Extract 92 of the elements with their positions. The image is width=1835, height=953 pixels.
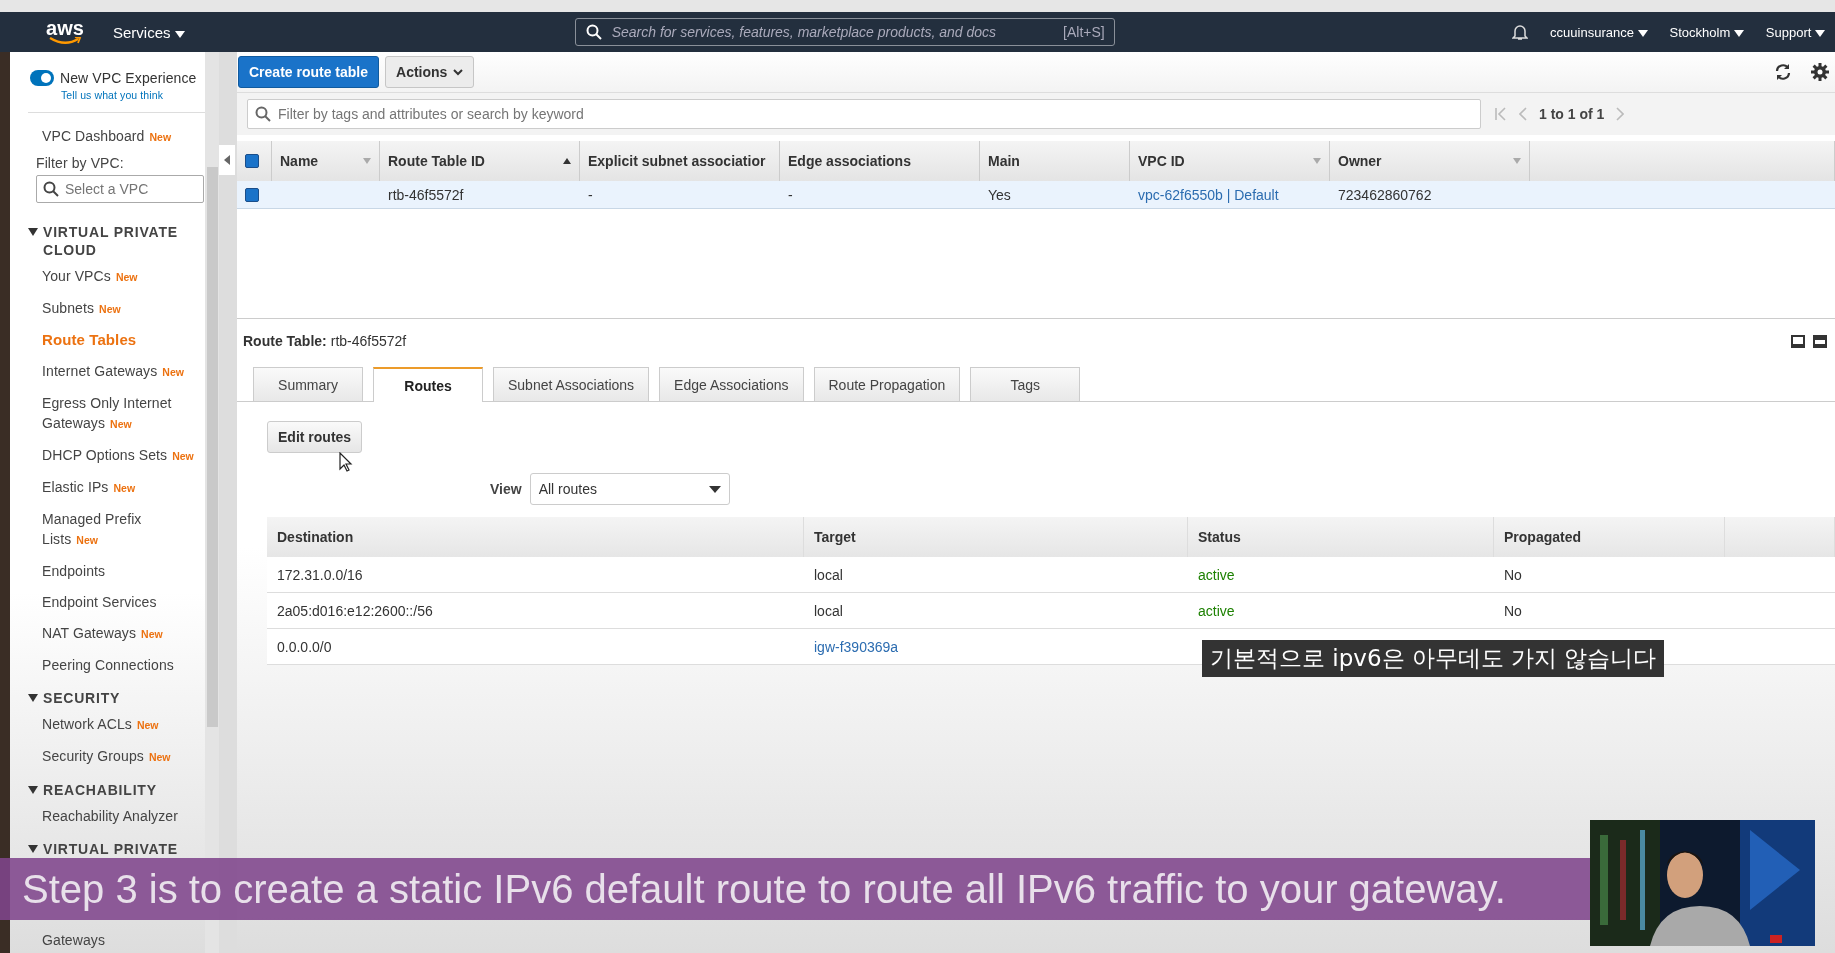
section-heading[interactable]: REACHABILITY (43, 781, 157, 799)
sidebar-item[interactable]: Network ACLs New (10, 709, 205, 741)
collapse-handle[interactable] (219, 144, 236, 176)
sidebar-item[interactable]: Security Groups New (10, 741, 205, 773)
column-header: Target (804, 517, 1188, 557)
feedback-link[interactable]: Tell us what you think (10, 87, 163, 101)
column-header[interactable]: VPC ID (1130, 141, 1330, 181)
vpc-link[interactable]: vpc-62f6550b | Default (1138, 186, 1279, 203)
sort-icon (1313, 158, 1321, 164)
settings-icon (1811, 63, 1829, 81)
actions-button[interactable]: Actions (385, 56, 475, 88)
row-checkbox[interactable] (245, 187, 259, 202)
services-menu[interactable]: Services (113, 23, 185, 41)
table-cell: - (580, 181, 780, 209)
select-all-checkbox[interactable] (245, 154, 259, 168)
next-page-icon (1616, 107, 1625, 121)
tab[interactable]: Edge Associations (659, 367, 804, 401)
nav-menu[interactable]: ccuuinsurance (1550, 24, 1648, 40)
caret-icon (1815, 29, 1825, 37)
nav-menu[interactable]: Support (1765, 24, 1825, 40)
column-header[interactable]: Route Table ID (380, 141, 580, 181)
table-cell: 723462860762 (1330, 181, 1530, 209)
pagination-text: 1 to 1 of 1 (1539, 106, 1605, 122)
view-dropdown[interactable]: All routes (529, 473, 730, 505)
caret-icon (1637, 29, 1648, 37)
sidebar-item[interactable]: Your VPCs New (10, 261, 205, 293)
sort-ascending-icon (563, 158, 571, 164)
filter-label: Filter by VPC: (35, 154, 125, 173)
column-header[interactable]: Owner (1330, 141, 1530, 181)
sort-icon (1513, 158, 1521, 164)
caret-icon (174, 30, 185, 38)
sidebar-item[interactable]: Peering Connections (10, 650, 205, 681)
toggle-switch[interactable] (30, 70, 54, 86)
tab[interactable]: Subnet Associations (493, 367, 650, 401)
create-route-table-button[interactable]: Create route table (238, 56, 380, 88)
column-header: Propagated (1494, 517, 1725, 557)
filter-field[interactable]: Filter by tags and attributes or search by keyword (247, 99, 1481, 129)
sidebar-item[interactable]: Subnets New (10, 293, 205, 325)
sidebar-item[interactable]: Egress Only Internet Gateways New (10, 388, 205, 440)
mouse-cursor-icon (339, 452, 353, 472)
section-heading[interactable]: SECURITY (43, 689, 121, 707)
first-page-icon (1495, 107, 1507, 121)
previous-page-icon (1519, 107, 1527, 121)
search-icon (43, 181, 59, 197)
sidebar-item[interactable]: Managed Prefix Lists New (10, 504, 205, 556)
subtitle-caption: 기본적으로 ipv6은 아무데도 가지 않습니다 (1202, 640, 1665, 677)
sidebar-item[interactable]: DHCP Options Sets New (10, 440, 205, 472)
section-heading[interactable]: VIRTUAL PRIVATE CLOUD (43, 223, 199, 259)
sidebar-item[interactable]: VPC Dashboard New (10, 121, 205, 153)
vpc-filter-field[interactable]: Select a VPC (36, 175, 204, 203)
tab[interactable]: Summary (253, 367, 363, 401)
tab[interactable]: Route Propagation (813, 367, 961, 401)
tab[interactable]: Tags (970, 367, 1081, 401)
smile-icon (48, 37, 82, 45)
column-header: Status (1188, 517, 1494, 557)
edit-routes-button[interactable]: Edit routes (267, 421, 363, 453)
column-header: Destination (267, 517, 804, 557)
subtitle-caption: Step 3 is to create a static IPv6 default route to route all IPv6 traffic to your gateway. (0, 858, 1590, 920)
view-label: View (490, 481, 522, 497)
column-header[interactable]: Explicit subnet associatior (580, 141, 780, 181)
sort-icon (363, 158, 371, 164)
tab[interactable]: Routes (373, 367, 483, 402)
panel-layout-icon (1791, 334, 1805, 348)
shortcut-hint: [Alt+S] (1063, 24, 1105, 40)
caret-icon (708, 485, 721, 493)
sidebar-item[interactable]: Internet Gateways New (10, 356, 205, 388)
sidebar-item[interactable]: Endpoint Services (10, 587, 205, 618)
column-header[interactable]: Name (272, 141, 380, 181)
table-cell: rtb-46f5572f (380, 181, 580, 209)
sidebar-item[interactable]: Endpoints (10, 556, 205, 587)
column-header[interactable]: Edge associations (780, 141, 980, 181)
refresh-icon (1773, 62, 1793, 82)
toggle-label: New VPC Experience (60, 70, 197, 86)
nav-menu[interactable]: Stockholm (1669, 24, 1744, 40)
bell-icon (1512, 24, 1529, 40)
route-table-label: Route Table: rtb-46f5572f (243, 333, 407, 349)
caret-icon (1733, 29, 1744, 37)
sidebar-item[interactable]: Gateways (10, 930, 205, 953)
logo[interactable]: aws (35, 19, 95, 45)
column-header[interactable]: Main (980, 141, 1130, 181)
sidebar-item[interactable]: NAT Gateways New (10, 618, 205, 650)
sidebar-item[interactable]: Reachability Analyzer (10, 801, 205, 832)
chevron-icon (453, 68, 464, 76)
sidebar-item[interactable]: Elastic IPs New (10, 472, 205, 504)
panel-layout-icon (1813, 334, 1827, 348)
table-cell: - (780, 181, 980, 209)
search-icon (255, 106, 271, 122)
search-icon (585, 24, 602, 40)
section-heading[interactable]: VIRTUAL PRIVATE (43, 840, 178, 858)
gateway-link[interactable]: igw-f390369a (814, 638, 899, 655)
table-cell: Yes (980, 181, 1130, 209)
collapse-icon (224, 155, 230, 165)
